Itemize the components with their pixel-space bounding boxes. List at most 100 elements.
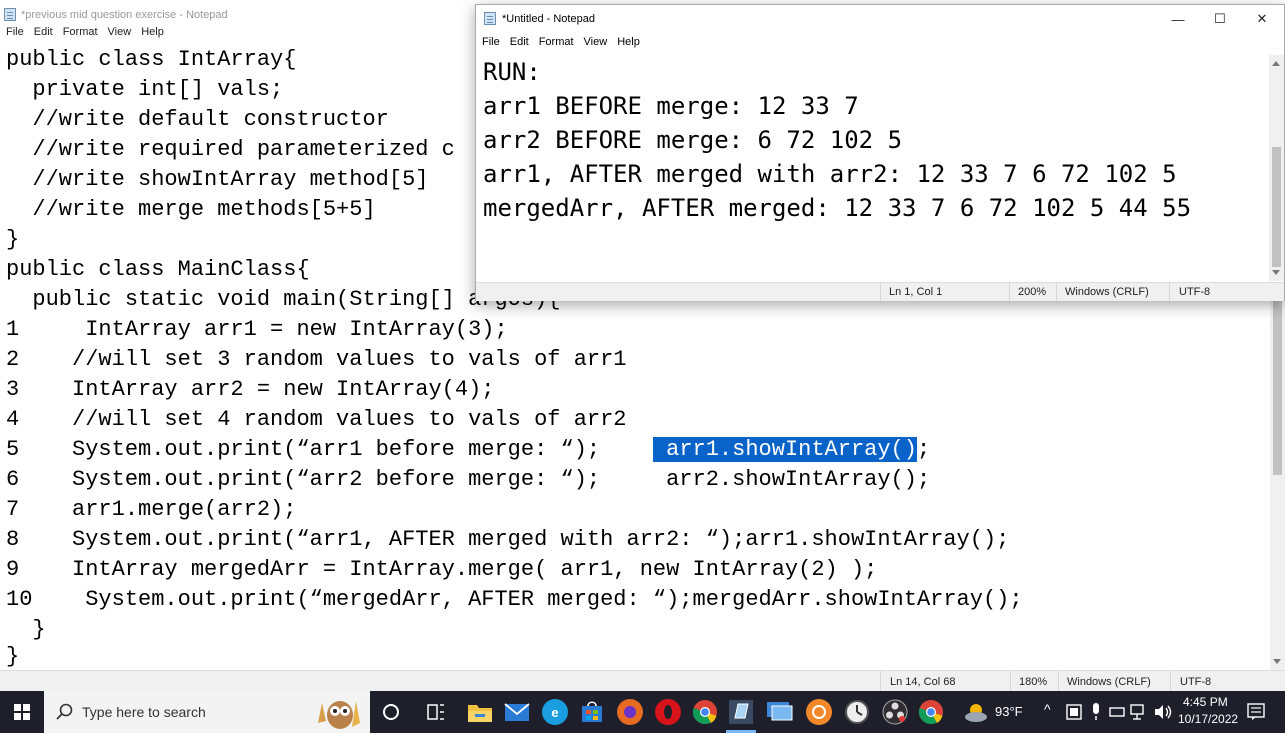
code-line: //write showIntArray method[5] xyxy=(6,167,429,192)
maximize-button[interactable]: ☐ xyxy=(1198,5,1242,33)
menu-edit[interactable]: Edit xyxy=(510,36,529,48)
menu-view[interactable]: View xyxy=(108,26,132,38)
code-line: //write required parameterized c xyxy=(6,137,455,162)
code-line: 6 System.out.print(“arr2 before merge: “… xyxy=(6,467,931,492)
code-line: 3 IntArray arr2 = new IntArray(4); xyxy=(6,377,495,402)
notepad-icon[interactable] xyxy=(727,698,755,726)
menu-file[interactable]: File xyxy=(6,26,24,38)
menu-view[interactable]: View xyxy=(584,36,608,48)
selected-text[interactable]: arr1.showIntArray() xyxy=(652,437,917,462)
code-line: private int[] vals; xyxy=(6,77,284,102)
start-button[interactable] xyxy=(0,691,44,733)
cortana-icon[interactable] xyxy=(381,702,401,722)
firefox-icon[interactable] xyxy=(617,699,643,725)
code-line: //write default constructor xyxy=(6,107,389,132)
notepad-icon xyxy=(4,8,16,21)
output-line: arr1 BEFORE merge: 12 33 7 xyxy=(483,92,859,120)
clock-time[interactable]: 4:45 PM xyxy=(1183,695,1228,709)
mail-icon[interactable] xyxy=(504,701,530,723)
file-explorer-icon[interactable] xyxy=(467,701,493,723)
status-encoding: UTF-8 xyxy=(1180,676,1212,688)
edge-icon[interactable]: e xyxy=(542,699,568,725)
close-button[interactable]: ✕ xyxy=(1240,5,1284,33)
chrome-icon[interactable] xyxy=(692,699,718,725)
chrome-profile-icon[interactable] xyxy=(918,699,944,725)
front-notepad-window[interactable]: *Untitled - Notepad — ☐ ✕ File Edit Format… xyxy=(475,4,1285,301)
code-line: 8 System.out.print(“arr1, AFTER merged w… xyxy=(6,527,1010,552)
start-icon xyxy=(14,704,30,720)
obs-icon[interactable] xyxy=(882,699,908,725)
code-line: public class IntArray{ xyxy=(6,47,297,72)
menu-file[interactable]: File xyxy=(482,36,500,48)
weather-icon[interactable] xyxy=(964,702,990,722)
code-line: } xyxy=(6,617,46,642)
search-icon xyxy=(56,703,73,720)
status-divider xyxy=(880,283,881,301)
scrollbar-thumb[interactable] xyxy=(1273,295,1282,475)
code-line-tail: ; xyxy=(916,437,931,462)
clock-app-icon[interactable] xyxy=(844,699,870,725)
menu-format[interactable]: Format xyxy=(539,36,574,48)
scrollbar-thumb[interactable] xyxy=(1272,147,1281,267)
microphone-icon[interactable] xyxy=(1090,703,1102,721)
code-gap xyxy=(600,437,653,462)
weather-temperature[interactable]: 93°F xyxy=(995,704,1023,719)
output-line: arr1, AFTER merged with arr2: 12 33 7 6 … xyxy=(483,160,1177,188)
chevron-up-icon[interactable]: ^ xyxy=(1044,701,1051,717)
search-placeholder: Type here to search xyxy=(82,704,206,720)
background-menu-bar: File Edit Format View Help xyxy=(0,26,174,44)
menu-edit[interactable]: Edit xyxy=(34,26,53,38)
taskbar: Type here to search e 93°F ^ 4:45 PM 10/… xyxy=(0,691,1285,733)
menu-help[interactable]: Help xyxy=(141,26,164,38)
minimize-button[interactable]: — xyxy=(1156,5,1200,33)
code-line: public class MainClass{ xyxy=(6,257,310,282)
output-line: arr2 BEFORE merge: 6 72 102 5 xyxy=(483,126,903,154)
notifications-icon[interactable] xyxy=(1247,703,1265,721)
network-icon[interactable] xyxy=(1130,704,1148,720)
remote-desktop-icon[interactable] xyxy=(766,700,794,724)
status-position: Ln 1, Col 1 xyxy=(889,286,943,298)
front-title-bar[interactable]: *Untitled - Notepad — ☐ ✕ xyxy=(476,5,1284,33)
code-line-text: 5 System.out.print(“arr1 before merge: “… xyxy=(6,437,601,462)
front-window-title: *Untitled - Notepad xyxy=(502,13,595,25)
clock-date[interactable]: 10/17/2022 xyxy=(1178,712,1238,726)
code-line: } xyxy=(6,227,20,252)
code-line: 1 IntArray arr1 = new IntArray(3); xyxy=(6,317,508,342)
output-line: mergedArr, AFTER merged: 12 33 7 6 72 10… xyxy=(483,194,1192,222)
menu-help[interactable]: Help xyxy=(617,36,640,48)
task-view-icon[interactable] xyxy=(426,702,446,722)
usb-device-icon[interactable] xyxy=(1109,705,1125,719)
volume-icon[interactable] xyxy=(1154,704,1174,720)
code-line: 7 arr1.merge(arr2); xyxy=(6,497,297,522)
front-menu-bar: File Edit Format View Help xyxy=(482,36,650,54)
taskbar-search[interactable]: Type here to search xyxy=(44,691,370,733)
status-divider xyxy=(1170,671,1171,692)
status-line-ending: Windows (CRLF) xyxy=(1065,286,1149,298)
status-divider xyxy=(1056,283,1057,301)
background-window-title: *previous mid question exercise - Notepa… xyxy=(21,9,228,21)
code-line: //write merge methods[5+5] xyxy=(6,197,376,222)
menu-format[interactable]: Format xyxy=(63,26,98,38)
code-line: 2 //will set 3 random values to vals of … xyxy=(6,347,627,372)
system-tray: 93°F ^ 4:45 PM 10/17/2022 xyxy=(960,691,1285,733)
status-divider xyxy=(1169,283,1170,301)
scroll-up-arrow-icon[interactable] xyxy=(1272,61,1280,66)
scroll-down-arrow-icon[interactable] xyxy=(1272,270,1280,275)
status-zoom: 180% xyxy=(1019,676,1048,688)
app-orange-icon[interactable] xyxy=(806,699,832,725)
opera-icon[interactable] xyxy=(655,699,681,725)
store-icon[interactable] xyxy=(580,700,604,724)
output-line: RUN: xyxy=(483,58,541,86)
front-vertical-scrollbar[interactable] xyxy=(1269,55,1284,281)
status-encoding: UTF-8 xyxy=(1179,286,1211,298)
status-divider xyxy=(1010,671,1011,692)
scroll-down-arrow-icon[interactable] xyxy=(1273,659,1281,664)
code-line: 4 //will set 4 random values to vals of … xyxy=(6,407,627,432)
status-divider xyxy=(880,671,881,692)
code-line: 10 System.out.print(“mergedArr, AFTER me… xyxy=(6,587,1023,612)
tray-app-icon[interactable] xyxy=(1066,704,1082,720)
status-position: Ln 14, Col 68 xyxy=(890,676,956,688)
background-status-bar: Ln 14, Col 68 180% Windows (CRLF) UTF-8 xyxy=(0,670,1285,692)
status-divider xyxy=(1009,283,1010,301)
notepad-icon xyxy=(484,12,496,25)
